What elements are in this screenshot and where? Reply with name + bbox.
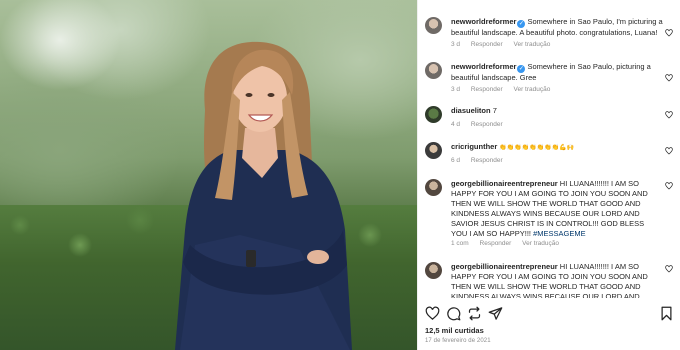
comment-like-heart-icon[interactable] — [665, 111, 673, 119]
reply-button[interactable]: Responder — [471, 121, 503, 128]
comment-meta: 1 com Responder Ver tradução — [451, 240, 568, 247]
translate-link[interactable]: Ver tradução — [513, 41, 550, 48]
avatar[interactable] — [425, 17, 442, 34]
heart-icon[interactable] — [425, 306, 440, 321]
comment-username[interactable]: cricrigunther — [451, 142, 497, 151]
likes-count[interactable]: 12,5 mil curtidas — [425, 326, 484, 335]
comment-text-block: newworldreformer ✓ Somewhere in Sao Paulo,… — [451, 17, 663, 38]
avatar[interactable] — [425, 179, 442, 196]
comments-panel: newworldreformer ✓ Somewhere in Sao Paulo,… — [417, 0, 680, 350]
verified-badge-icon: ✓ — [517, 65, 526, 73]
reply-button[interactable]: Responder — [471, 157, 503, 164]
comment-text-block: georgebillionaireentrepreneur HI LUANA!!… — [451, 262, 651, 298]
comment-like-heart-icon[interactable] — [665, 265, 673, 273]
comment-time: 6 d — [451, 157, 461, 164]
avatar[interactable] — [425, 106, 442, 123]
comment-username[interactable]: newworldreformer — [451, 17, 516, 26]
comment-like-heart-icon[interactable] — [665, 74, 673, 82]
post-date: 17 de fevereiro de 2021 — [425, 338, 491, 344]
comment-meta: 6 d Responder — [451, 157, 512, 164]
verified-badge-icon: ✓ — [517, 20, 526, 28]
repost-icon[interactable] — [467, 306, 482, 321]
post-photo[interactable] — [0, 0, 417, 350]
reply-button[interactable]: Responder — [480, 240, 512, 247]
comment-meta: 3 d Responder Ver tradução — [451, 86, 559, 93]
photo-person — [175, 41, 352, 350]
comment-username[interactable]: newworldreformer — [451, 62, 516, 71]
comment-time: 4 d — [451, 121, 461, 128]
comment-text-block: diasueliton 7 — [451, 106, 663, 116]
comment-meta: 4 d Responder — [451, 121, 512, 128]
translate-link[interactable]: Ver tradução — [522, 240, 559, 247]
comment-likes-count[interactable]: 1 com — [451, 240, 469, 247]
comment-icon[interactable] — [446, 306, 461, 321]
comments-list[interactable]: newworldreformer ✓ Somewhere in Sao Paulo,… — [418, 0, 680, 298]
avatar[interactable] — [425, 62, 442, 79]
comment-like-heart-icon[interactable] — [665, 147, 673, 155]
reply-button[interactable]: Responder — [471, 41, 503, 48]
comment-text-block: georgebillionaireentrepreneur HI LUANA!!… — [451, 179, 651, 239]
comment-username[interactable]: georgebillionaireentrepreneur — [451, 262, 558, 271]
comment-text-block: newworldreformer ✓ Somewhere in Sao Paulo,… — [451, 62, 663, 83]
comment-text-block: cricrigunther 👏👏👏👏👏👏👏👏💪🙌 — [451, 142, 663, 153]
bookmark-icon[interactable] — [659, 306, 674, 321]
translate-link[interactable]: Ver tradução — [513, 86, 550, 93]
reply-button[interactable]: Responder — [471, 86, 503, 93]
comment-like-heart-icon[interactable] — [665, 182, 673, 190]
share-icon[interactable] — [488, 306, 503, 321]
hashtag-link[interactable]: #MESSAGEME — [533, 229, 586, 238]
comment-meta: 3 d Responder Ver tradução — [451, 41, 559, 48]
comment-time: 3 d — [451, 41, 461, 48]
post-action-bar — [418, 300, 680, 324]
avatar[interactable] — [425, 262, 442, 279]
comment-username[interactable]: diasueliton — [451, 106, 491, 115]
comment-like-heart-icon[interactable] — [665, 29, 673, 37]
comment-text: 7 — [492, 106, 497, 115]
comment-text: 👏👏👏👏👏👏👏👏💪🙌 — [499, 145, 575, 151]
avatar[interactable] — [425, 142, 442, 159]
comment-username[interactable]: georgebillionaireentrepreneur — [451, 179, 558, 188]
comment-time: 3 d — [451, 86, 461, 93]
